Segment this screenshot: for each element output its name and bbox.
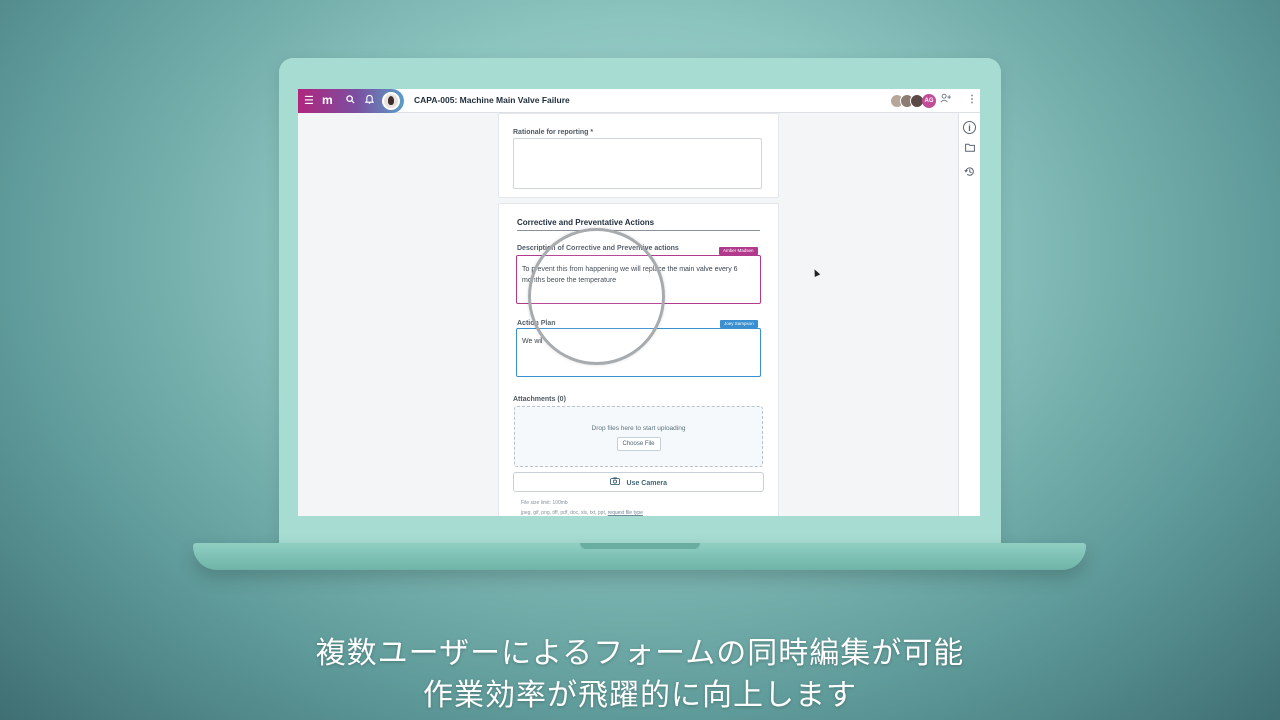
file-types-text: jpeg, gif, png, tiff, pdf, doc, xls, txt… [521,510,607,516]
rationale-textarea[interactable] [513,138,762,189]
request-file-type-link[interactable]: request file type [608,510,643,516]
action-plan-text: We wil [522,338,543,345]
laptop-notch [579,543,700,549]
attachments-label: Attachments (0) [513,396,566,403]
editor-tag-joey: Joey Sampson [720,320,758,328]
use-camera-label: Use Camera [626,480,667,487]
editor-tag-amber: Amber Madsen [719,247,758,255]
menu-icon[interactable]: ☰ [304,94,314,108]
top-bar: ☰ m CAPA-005: Machine Main Valve Failure… [298,89,980,113]
search-icon[interactable] [346,94,355,108]
rationale-label: Rationale for reporting * [513,129,594,136]
add-user-icon[interactable] [940,93,951,108]
more-vertical-icon[interactable]: ⋮ [967,93,977,107]
brand-bar: ☰ m [298,89,404,113]
camera-icon [610,477,623,487]
app-screen: ☰ m CAPA-005: Machine Main Valve Failure… [298,89,980,516]
choose-file-button[interactable]: Choose File [616,437,661,451]
bell-icon[interactable] [364,94,375,108]
subtitle-line-1: 複数ユーザーによるフォームの同時編集が可能 [315,636,965,671]
folder-icon[interactable] [963,143,976,156]
magnifier-overlay [528,228,665,365]
history-icon[interactable] [963,166,976,179]
file-size-limit: File size limit: 100mb [521,500,568,506]
info-icon[interactable]: i [963,121,976,134]
collaborator-initials-avatar[interactable]: AG [922,94,936,108]
section-divider [517,230,760,231]
rationale-card: Rationale for reporting * [498,113,779,198]
right-rail: i [958,113,980,516]
file-drop-zone[interactable]: Drop files here to start uploading Choos… [514,406,763,467]
logo-icon[interactable]: m [322,93,333,107]
capa-section-title: Corrective and Preventative Actions [517,218,655,227]
document-title: CAPA-005: Machine Main Valve Failure [414,95,570,105]
mouse-cursor [811,268,821,277]
current-user-avatar[interactable] [382,92,400,110]
laptop-base [193,543,1086,570]
file-types-hint: jpeg, gif, png, tiff, pdf, doc, xls, txt… [521,510,643,516]
drop-zone-text: Drop files here to start uploading [591,425,686,432]
use-camera-button[interactable]: Use Camera [513,472,764,492]
subtitle-line-2: 作業効率が飛躍的に向上します [423,678,857,713]
